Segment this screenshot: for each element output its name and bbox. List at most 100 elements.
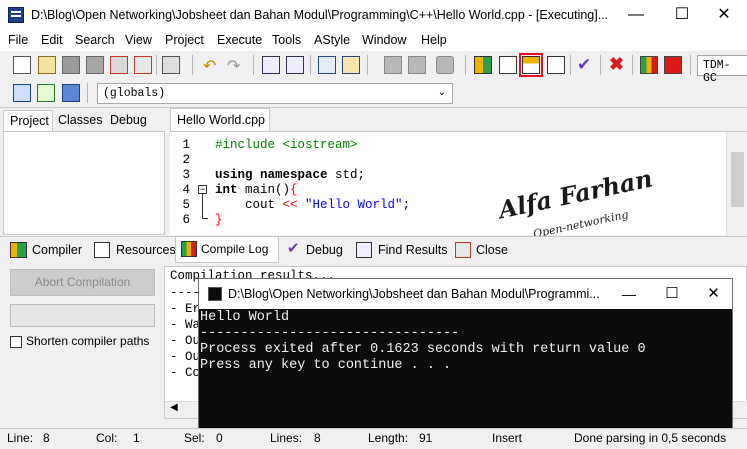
- menu-project[interactable]: Project: [165, 33, 204, 47]
- project-options-icon[interactable]: [436, 56, 454, 74]
- menu-window[interactable]: Window: [362, 33, 406, 47]
- editor-scrollbar[interactable]: [726, 132, 747, 236]
- menu-file[interactable]: File: [8, 33, 28, 47]
- devcpp-app-icon: [8, 7, 24, 23]
- console-output[interactable]: Hello World -----------------------------…: [199, 309, 732, 429]
- console-close-button[interactable]: ✕: [695, 279, 732, 309]
- code-token: #include <iostream>: [215, 138, 358, 152]
- save-icon[interactable]: [62, 56, 80, 74]
- status-line-value: 8: [43, 431, 50, 445]
- menu-astyle[interactable]: AStyle: [314, 33, 350, 47]
- code-token: std;: [327, 168, 366, 182]
- open-file-icon[interactable]: [38, 56, 56, 74]
- line-number: 2: [182, 153, 190, 167]
- run-icon[interactable]: [499, 56, 517, 74]
- line-number-gutter: 123456: [170, 132, 194, 236]
- syntax-check-icon[interactable]: ✔: [577, 55, 591, 75]
- profile-icon[interactable]: [640, 56, 658, 74]
- close-all-icon[interactable]: [134, 56, 152, 74]
- maximize-button[interactable]: ☐: [659, 0, 705, 30]
- status-lines-label: Lines:: [270, 431, 303, 445]
- status-col-value: 1: [133, 431, 140, 445]
- debug-tab-icon: ✔: [287, 240, 300, 257]
- compile-log-line: ----: [170, 286, 201, 300]
- tab-compile-log[interactable]: Compile Log: [175, 237, 279, 263]
- compile-run-icon[interactable]: [522, 56, 540, 74]
- toggle-icon[interactable]: [62, 84, 80, 102]
- compile-log-line: - Ou: [170, 334, 201, 348]
- compile-log-tab-icon: [181, 241, 197, 257]
- code-token: using namespace: [215, 168, 328, 182]
- code-token: cout: [215, 198, 283, 212]
- status-bar: Line: 8 Col: 1 Sel: 0 Lines: 8 Length: 9…: [0, 428, 747, 449]
- close-button[interactable]: ✕: [701, 0, 747, 30]
- compile-log-line: - Co: [170, 366, 201, 380]
- scope-select[interactable]: (globals) ⌄: [97, 83, 453, 104]
- menu-tools[interactable]: Tools: [272, 33, 301, 47]
- stop-execution-icon[interactable]: ✖: [609, 54, 624, 75]
- tab-debug[interactable]: Debug: [306, 243, 343, 257]
- tab-compiler[interactable]: Compiler: [32, 243, 82, 257]
- save-all-icon[interactable]: [86, 56, 104, 74]
- menu-edit[interactable]: Edit: [41, 33, 63, 47]
- add-to-project-icon[interactable]: [384, 56, 402, 74]
- editor-scroll-thumb[interactable]: [731, 152, 744, 207]
- console-maximize-button[interactable]: ☐: [652, 279, 692, 309]
- fold-toggle[interactable]: −: [198, 185, 207, 194]
- insert-icon[interactable]: [13, 84, 31, 102]
- tab-classes[interactable]: Classes: [58, 113, 102, 127]
- rebuild-all-icon[interactable]: [547, 56, 565, 74]
- tab-find-results[interactable]: Find Results: [378, 243, 447, 257]
- new-file-icon[interactable]: [13, 56, 31, 74]
- print-icon[interactable]: [162, 56, 180, 74]
- replace-icon[interactable]: [286, 56, 304, 74]
- tab-debug-left[interactable]: Debug: [110, 113, 147, 127]
- status-col-label: Col:: [96, 431, 118, 445]
- console-window: D:\Blog\Open Networking\Jobsheet dan Bah…: [198, 278, 733, 430]
- compile-log-line: - Er: [170, 302, 201, 316]
- code-token: <<: [282, 198, 298, 212]
- code-editor[interactable]: 123456 − #include <iostream> using namesp…: [170, 131, 747, 236]
- goto-icon[interactable]: [37, 84, 55, 102]
- abort-compilation-button[interactable]: Abort Compilation: [10, 269, 155, 296]
- menu-search[interactable]: Search: [75, 33, 115, 47]
- tab-project[interactable]: Project: [3, 110, 53, 132]
- redo-icon[interactable]: ↷: [227, 56, 240, 76]
- delete-profile-icon[interactable]: [664, 56, 682, 74]
- code-line: int main(){: [215, 183, 298, 197]
- close-tab-icon: [455, 242, 471, 258]
- toolbar-main: ↶ ↷ ✔ ✖ TDM-GC: [0, 52, 747, 85]
- remove-from-project-icon[interactable]: [408, 56, 426, 74]
- code-line: cout << "Hello World";: [215, 198, 410, 212]
- goto-line-icon[interactable]: [318, 56, 336, 74]
- shorten-paths-label: Shorten compiler paths: [26, 334, 150, 348]
- undo-icon[interactable]: ↶: [203, 56, 216, 76]
- menu-help[interactable]: Help: [421, 33, 447, 47]
- tab-resources[interactable]: Resources: [116, 243, 176, 257]
- line-number: 4: [182, 183, 190, 197]
- find-icon[interactable]: [262, 56, 280, 74]
- status-length-label: Length:: [368, 431, 409, 445]
- window-title: D:\Blog\Open Networking\Jobsheet dan Bah…: [31, 8, 609, 22]
- line-number: 3: [182, 168, 190, 182]
- editor-tab[interactable]: Hello World.cpp: [170, 108, 270, 132]
- status-length-value: 91: [419, 431, 433, 445]
- console-line: Process exited after 0.1623 seconds with…: [200, 342, 646, 357]
- tab-close[interactable]: Close: [476, 243, 508, 257]
- bookmark-icon[interactable]: [342, 56, 360, 74]
- console-minimize-button[interactable]: —: [609, 279, 649, 309]
- shorten-paths-checkbox[interactable]: [10, 336, 22, 348]
- compile-icon[interactable]: [474, 56, 492, 74]
- bottom-tabs: Compiler Resources Compile Log ✔ Debug F…: [0, 236, 747, 264]
- minimize-button[interactable]: —: [613, 0, 659, 30]
- status-parse: Done parsing in 0,5 seconds: [574, 431, 727, 445]
- close-file-icon[interactable]: [110, 56, 128, 74]
- devcpp-window: D:\Blog\Open Networking\Jobsheet dan Bah…: [0, 0, 747, 449]
- compiler-select[interactable]: TDM-GC: [697, 55, 747, 85]
- menu-execute[interactable]: Execute: [217, 33, 262, 47]
- menu-view[interactable]: View: [125, 33, 152, 47]
- status-sel-label: Sel:: [184, 431, 205, 445]
- code-area[interactable]: #include <iostream> using namespace std; i…: [215, 132, 735, 236]
- scroll-left-icon[interactable]: ◀: [170, 402, 178, 413]
- console-line: Hello World: [200, 310, 290, 325]
